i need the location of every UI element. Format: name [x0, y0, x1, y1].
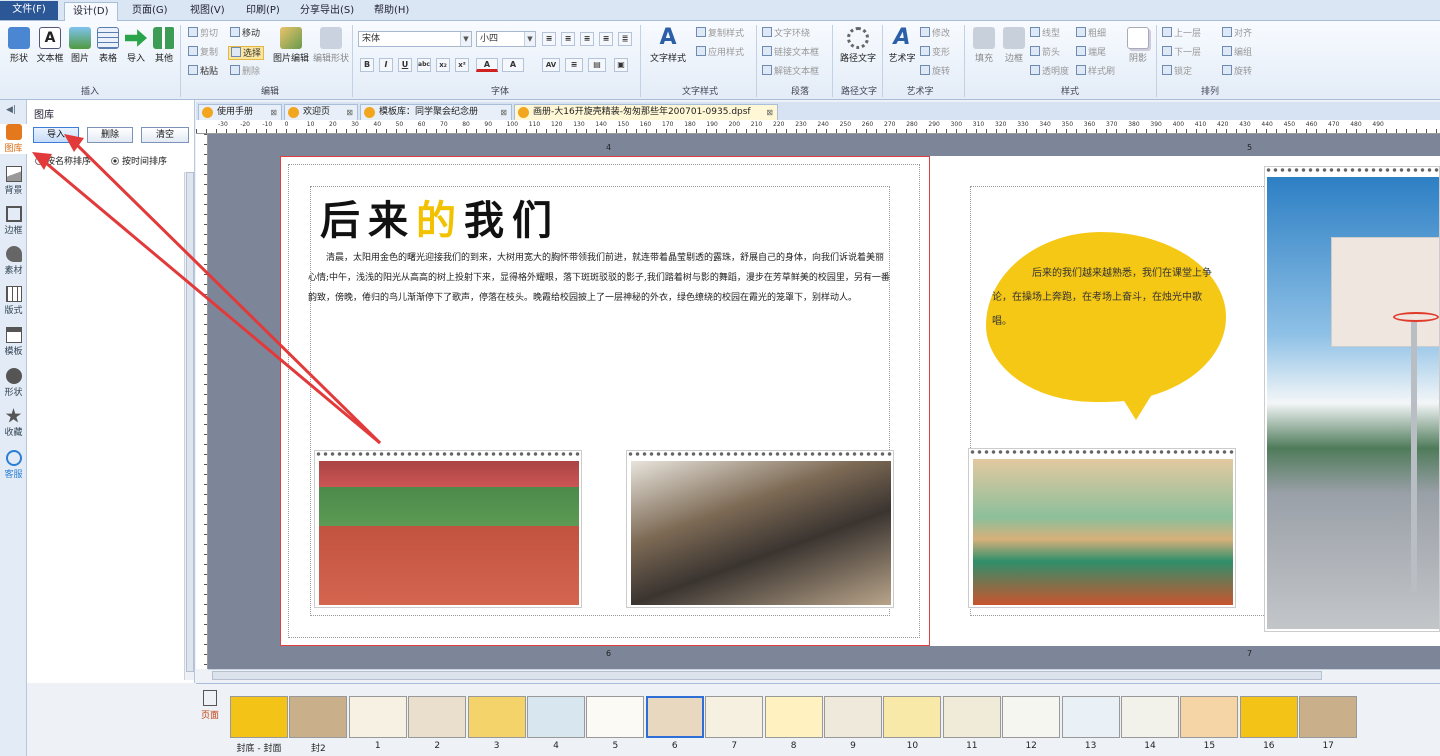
- annotation-arrows: [32, 134, 382, 445]
- annotation-arrow-line: [70, 138, 382, 445]
- annotation-arrow-line: [39, 156, 381, 445]
